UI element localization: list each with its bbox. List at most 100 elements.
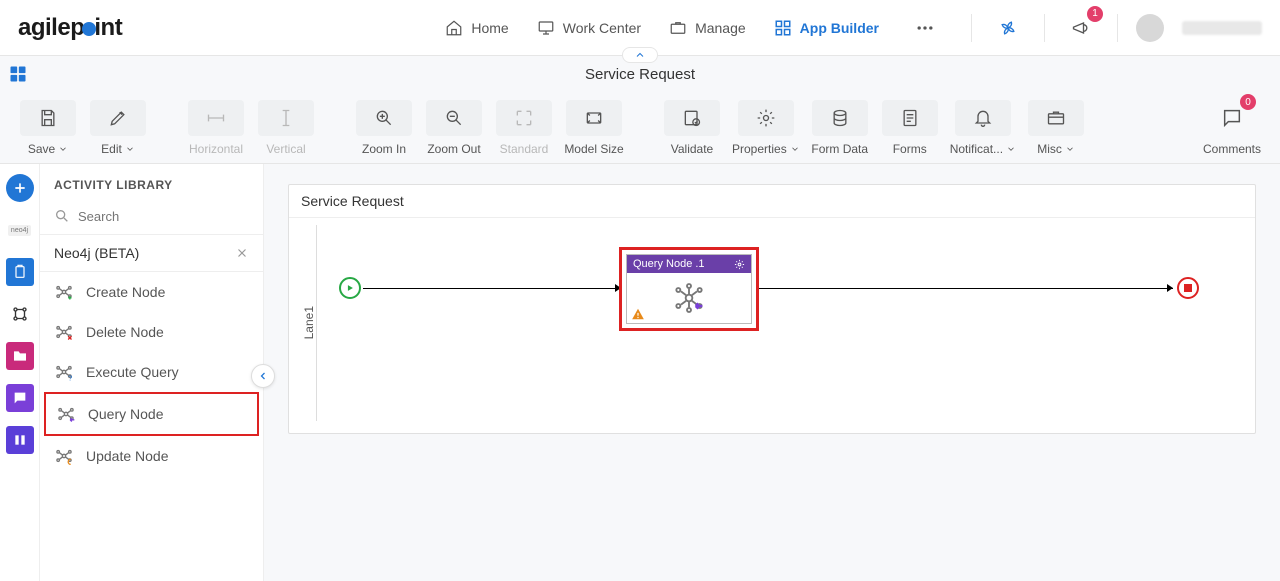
activity-create-node[interactable]: Create Node [40, 272, 263, 312]
end-node[interactable] [1177, 277, 1199, 299]
activity-delete-node[interactable]: Delete Node [40, 312, 263, 352]
activity-query-node[interactable]: Query Node [44, 392, 259, 436]
tool-comments[interactable]: 0 Comments [1202, 100, 1262, 156]
sidebar-collapse-button[interactable] [251, 364, 275, 388]
pinwheel-button[interactable] [990, 10, 1026, 46]
nav-manage-label: Manage [695, 20, 746, 36]
activity-update-node[interactable]: Update Node [40, 436, 263, 476]
rail-folder[interactable] [6, 342, 34, 370]
execute-query-icon: ? [54, 362, 74, 382]
tool-notifications[interactable]: Notificat... [950, 100, 1016, 156]
canvas-title: Service Request [289, 185, 1255, 218]
nav-home-label: Home [471, 20, 508, 36]
close-icon[interactable] [235, 246, 249, 260]
nav-work-center-label: Work Center [563, 20, 641, 36]
rail-clipboard[interactable] [6, 258, 34, 286]
rail-columns[interactable] [6, 426, 34, 454]
activity-execute-query[interactable]: ? Execute Query [40, 352, 263, 392]
home-icon [445, 19, 463, 37]
search-input[interactable] [78, 209, 254, 224]
tool-form-data[interactable]: Form Data [810, 100, 870, 156]
divider [971, 14, 972, 42]
tool-comments-label: Comments [1203, 142, 1261, 156]
arrow-icon [1167, 284, 1173, 292]
tool-misc[interactable]: Misc [1026, 100, 1086, 156]
tool-horizontal-label: Horizontal [189, 142, 243, 156]
rail-add-button[interactable] [6, 174, 34, 202]
tool-horizontal[interactable]: Horizontal [186, 100, 246, 156]
collapse-up-button[interactable] [622, 47, 658, 63]
tool-form-data-label: Form Data [811, 142, 868, 156]
grid-icon [774, 19, 792, 37]
gear-icon[interactable] [734, 259, 745, 270]
rail-chat[interactable] [6, 384, 34, 412]
nav-more-button[interactable] [907, 10, 943, 46]
connector-line [363, 288, 619, 289]
rail-connector-icon[interactable] [6, 300, 34, 328]
lane-label: Lane1 [302, 306, 316, 339]
tool-properties-label: Properties [732, 142, 787, 156]
tool-vertical-label: Vertical [266, 142, 305, 156]
tool-notifications-label: Notificat... [950, 142, 1003, 156]
library-group-label: Neo4j (BETA) [54, 245, 139, 261]
activity-create-node-label: Create Node [86, 284, 165, 300]
activity-delete-node-label: Delete Node [86, 324, 164, 340]
process-canvas[interactable]: Service Request Lane1 Query Node .1 [288, 184, 1256, 434]
svg-text:?: ? [68, 373, 72, 382]
page-title: Service Request [585, 66, 695, 83]
delete-node-icon [54, 322, 74, 342]
connector-line [759, 288, 1173, 289]
tool-properties[interactable]: Properties [732, 100, 800, 156]
tool-validate[interactable]: Validate [662, 100, 722, 156]
tool-validate-label: Validate [671, 142, 713, 156]
tool-forms[interactable]: Forms [880, 100, 940, 156]
tool-zoom-out[interactable]: Zoom Out [424, 100, 484, 156]
search-icon [54, 208, 70, 224]
notification-badge: 1 [1087, 6, 1103, 22]
activity-query-node-label: Query Node [88, 406, 163, 422]
nav-manage[interactable]: Manage [669, 19, 746, 37]
nav-work-center[interactable]: Work Center [537, 19, 641, 37]
announcements-button[interactable]: 1 [1063, 10, 1099, 46]
tool-zoom-in-label: Zoom In [362, 142, 406, 156]
tool-save[interactable]: Save [18, 100, 78, 156]
monitor-icon [537, 19, 555, 37]
user-name-redacted [1182, 21, 1262, 35]
query-node-graphic-icon [673, 282, 705, 314]
start-node[interactable] [339, 277, 361, 299]
tool-model-size[interactable]: Model Size [564, 100, 624, 156]
canvas-activity-title: Query Node .1 [633, 258, 705, 270]
divider [1117, 14, 1118, 42]
divider [1044, 14, 1045, 42]
activity-execute-query-label: Execute Query [86, 364, 179, 380]
tool-standard-label: Standard [500, 142, 549, 156]
brand-logo: agilepint [18, 14, 122, 42]
logo-dot-icon [82, 22, 96, 36]
tool-zoom-out-label: Zoom Out [427, 142, 480, 156]
tool-edit[interactable]: Edit [88, 100, 148, 156]
tool-model-size-label: Model Size [564, 142, 623, 156]
tool-vertical[interactable]: Vertical [256, 100, 316, 156]
nav-home[interactable]: Home [445, 19, 508, 37]
activity-update-node-label: Update Node [86, 448, 169, 464]
update-node-icon [54, 446, 74, 466]
user-avatar[interactable] [1136, 14, 1164, 42]
tool-zoom-in[interactable]: Zoom In [354, 100, 414, 156]
canvas-activity-query-node[interactable]: Query Node .1 [619, 247, 759, 331]
briefcase-icon [669, 19, 687, 37]
create-node-icon [54, 282, 74, 302]
tool-misc-label: Misc [1037, 142, 1062, 156]
apps-grid-icon[interactable] [8, 64, 28, 84]
tool-forms-label: Forms [893, 142, 927, 156]
tool-edit-label: Edit [101, 142, 122, 156]
rail-neo4j[interactable]: neo4j [6, 216, 34, 244]
lane[interactable]: Lane1 [301, 225, 317, 421]
tool-save-label: Save [28, 142, 55, 156]
comments-badge: 0 [1240, 94, 1256, 110]
warning-icon [631, 307, 645, 321]
library-heading: ACTIVITY LIBRARY [40, 164, 263, 202]
tool-standard[interactable]: Standard [494, 100, 554, 156]
library-group[interactable]: Neo4j (BETA) [40, 235, 263, 272]
query-node-icon [56, 404, 76, 424]
nav-app-builder[interactable]: App Builder [774, 19, 879, 37]
